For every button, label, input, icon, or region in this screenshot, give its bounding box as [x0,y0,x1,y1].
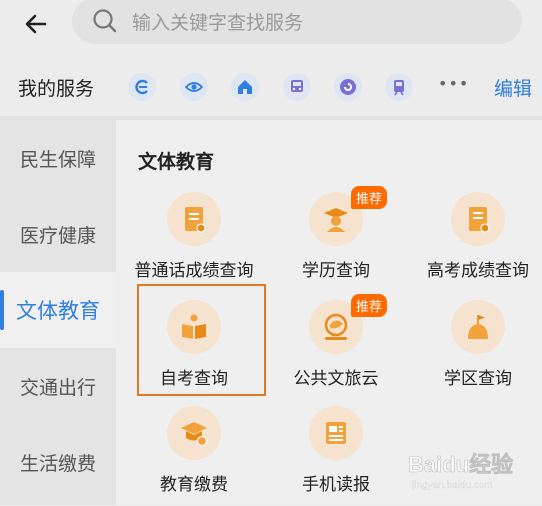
tile-label: 教育缴费 [160,475,228,495]
my-services-title: 我的服务 [18,78,95,100]
category-sidebar: 民生保障 医疗健康 文体教育 交通出行 生活缴费 [0,120,116,505]
tile-education-payment[interactable]: 教育缴费 [124,406,264,506]
bus-icon[interactable] [283,73,311,101]
header: 输入关键字查找服务 [0,0,542,56]
recommend-badge: 推荐 [351,294,388,317]
tile-gaokao-score[interactable]: 高考成绩查询 [408,192,542,292]
tile-label: 学区查询 [444,369,512,389]
sidebar-item-label: 交通出行 [19,376,96,399]
tile-degree-query[interactable]: 推荐 学历查询 [266,186,406,292]
mortarboard-coin-icon [167,406,221,460]
section-title: 文体教育 [138,151,215,173]
baidu-jingyan-watermark: Baidu经验 jingyan.baidu.com [408,444,538,494]
tile-label: 公共文旅云 [293,369,379,389]
tile-mobile-newspaper[interactable]: 手机读报 [266,406,406,506]
sidebar-item-label: 文体教育 [16,299,100,323]
sidebar-item-label: 生活缴费 [19,452,96,475]
back-button[interactable] [18,6,54,42]
tile-label: 普通话成绩查询 [134,261,254,281]
tile-label: 手机读报 [302,475,370,495]
recommend-badge: 推荐 [351,186,388,209]
sidebar-item-label: 医疗健康 [19,224,96,247]
service-app-icon-1[interactable] [128,73,156,101]
sidebar-item-healthcare[interactable]: 医疗健康 [0,196,116,272]
active-indicator [0,290,4,330]
tile-label: 高考成绩查询 [427,261,529,281]
newspaper-icon [309,406,363,460]
more-icon[interactable]: ••• [438,74,469,93]
arrow-left-icon [25,14,47,34]
sidebar-item-label: 民生保障 [19,148,96,171]
school-flag-icon [451,300,505,354]
search-icon [92,8,118,34]
watermark-text: Baidu经验 [408,452,513,477]
watermark-subtext: jingyan.baidu.com [411,480,493,491]
tile-public-culture-cloud[interactable]: 推荐 公共文旅云 [266,294,406,400]
my-services-bar: 我的服务 ••• 编辑 [0,62,542,112]
home-icon[interactable] [231,73,259,101]
tile-mandarin-score[interactable]: 普通话成绩查询 [124,192,264,292]
train-icon[interactable] [385,73,413,101]
search-input[interactable]: 输入关键字查找服务 [72,0,522,44]
search-placeholder: 输入关键字查找服务 [132,11,304,34]
tile-label: 学历查询 [302,261,370,281]
edit-button[interactable]: 编辑 [494,74,532,101]
sidebar-item-transport[interactable]: 交通出行 [0,348,116,424]
sidebar-item-livelihood[interactable]: 民生保障 [0,120,116,196]
sidebar-item-culture-education[interactable]: 文体教育 [0,272,116,348]
tile-school-district[interactable]: 学区查询 [408,300,542,400]
circle-app-icon[interactable] [334,73,362,101]
certificate-icon [167,192,221,246]
sidebar-item-bills[interactable]: 生活缴费 [0,424,116,500]
eye-icon[interactable] [180,73,208,101]
exam-certificate-icon [451,192,505,246]
highlight-box [137,284,266,396]
